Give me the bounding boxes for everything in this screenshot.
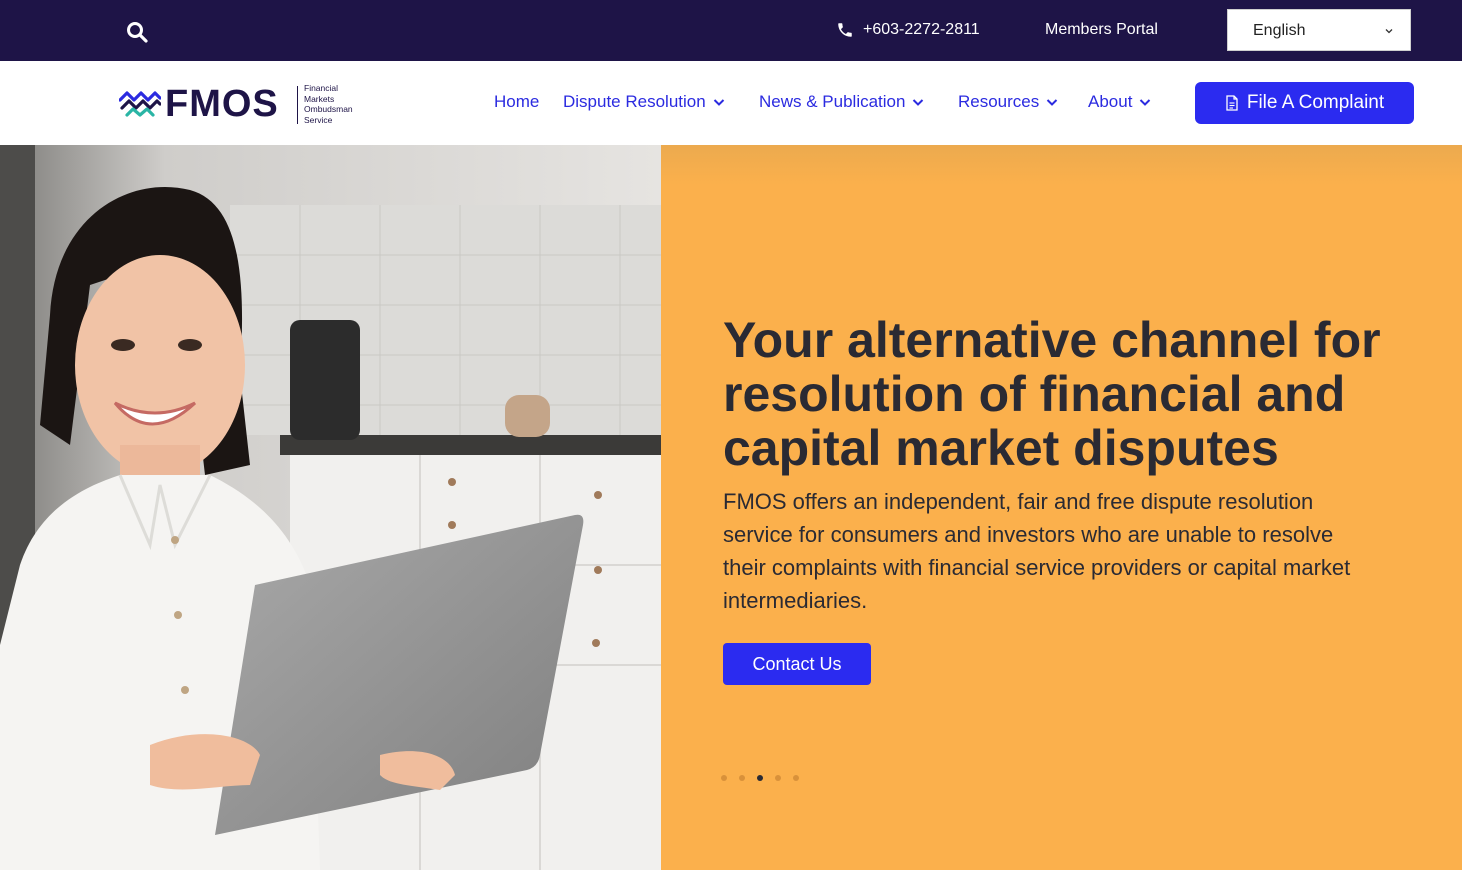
logo-divider	[297, 86, 298, 124]
carousel-dots	[721, 775, 799, 781]
file-complaint-button[interactable]: File A Complaint	[1195, 82, 1414, 124]
nav-item-home[interactable]: Home	[494, 90, 539, 114]
nav-item-news-publication[interactable]: News & Publication	[759, 90, 925, 114]
hero-description: FMOS offers an independent, fair and fre…	[723, 489, 1351, 613]
chevron-down-icon	[1140, 99, 1151, 106]
search-icon[interactable]	[125, 20, 149, 44]
nav-item-label: About	[1088, 92, 1133, 111]
logo-subtitle-line: Markets	[304, 93, 335, 104]
logo-waves-icon	[119, 91, 161, 117]
fmos-logo[interactable]: FMOS Financial Markets Ombudsman Service	[119, 81, 359, 127]
language-select[interactable]: English	[1227, 9, 1411, 51]
chevron-down-icon	[1047, 99, 1058, 106]
hero-title: Your alternative channel for resolution …	[723, 312, 1381, 476]
carousel-dot[interactable]	[775, 775, 781, 781]
logo-subtitle-line: Ombudsman	[304, 104, 353, 114]
nav-item-label: Home	[494, 92, 540, 111]
nav-item-resources[interactable]: Resources	[958, 90, 1059, 114]
phone-number: +603-2272-2811	[863, 21, 980, 38]
nav-item-about[interactable]: About	[1088, 90, 1152, 114]
chevron-down-icon	[1385, 29, 1393, 34]
document-icon	[1226, 95, 1238, 111]
nav-item-label: Resources	[958, 92, 1040, 111]
chevron-down-icon	[713, 99, 724, 106]
nav-item-dispute-resolution[interactable]: Dispute Resolution	[563, 90, 726, 114]
hero-content-panel: Your alternative channel for resolution …	[661, 145, 1462, 870]
hero-photo	[0, 145, 661, 870]
top-bar: +603-2272-2811 Members Portal English	[0, 0, 1462, 61]
language-selected: English	[1253, 22, 1306, 39]
carousel-dot[interactable]	[793, 775, 799, 781]
contact-us-button[interactable]: Contact Us	[723, 643, 871, 685]
carousel-dot-active[interactable]	[757, 775, 763, 781]
nav-item-label: News & Publication	[759, 92, 906, 111]
phone-icon	[838, 23, 852, 37]
carousel-dot[interactable]	[739, 775, 745, 781]
woman-with-laptop-image	[0, 145, 661, 870]
logo-subtitle-line: Financial	[304, 83, 339, 93]
nav-item-label: Dispute Resolution	[563, 92, 706, 111]
logo-subtitle-line: Service	[304, 114, 333, 125]
logo-subtitle: Financial Markets Ombudsman Service	[304, 83, 364, 125]
hero-banner: Your alternative channel for resolution …	[0, 145, 1462, 870]
phone-link[interactable]: +603-2272-2811	[836, 19, 980, 41]
file-complaint-label: File A Complaint	[1246, 92, 1385, 113]
main-header: FMOS Financial Markets Ombudsman Service…	[0, 61, 1462, 145]
logo-wordmark: FMOS	[165, 83, 279, 125]
carousel-dot[interactable]	[721, 775, 727, 781]
chevron-down-icon	[913, 99, 924, 106]
members-portal-link[interactable]: Members Portal	[1045, 19, 1158, 41]
